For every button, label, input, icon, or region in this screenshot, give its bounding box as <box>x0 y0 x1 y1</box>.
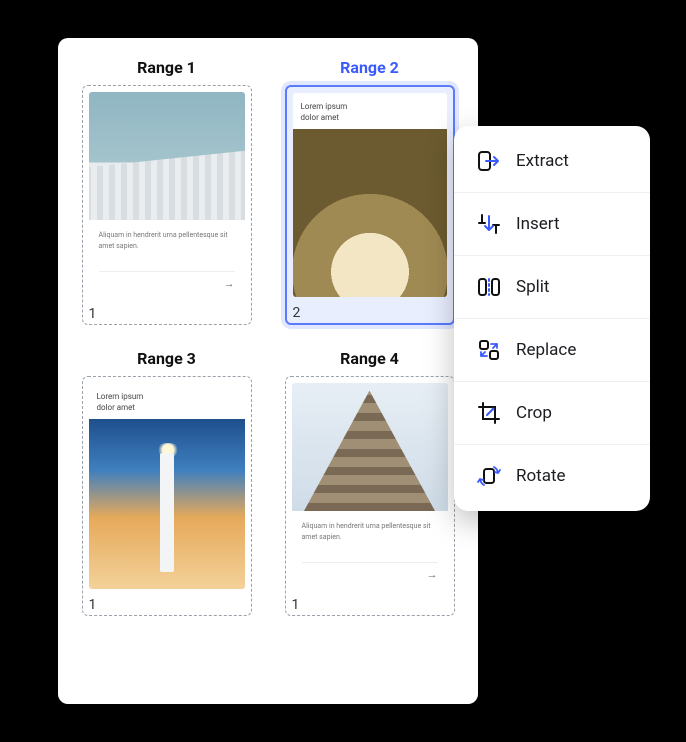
range-cell-3: Range 3 Lorem ipsum dolor amet 1 <box>76 349 257 616</box>
page-number: 1 <box>89 298 245 324</box>
replace-icon <box>476 337 502 363</box>
extract-button[interactable]: Extract <box>454 130 650 193</box>
page-number: 1 <box>89 589 245 615</box>
page-thumb-3[interactable]: Lorem ipsum dolor amet 1 <box>82 376 252 616</box>
page-number: 1 <box>292 589 448 615</box>
thumbnail-image <box>293 129 447 297</box>
thumbnail-body: Aliquam in hendrerit urna pellentesque s… <box>302 521 438 542</box>
range-cell-1: Range 1 Aliquam in hendrerit urna pellen… <box>76 58 257 325</box>
menu-item-label: Rotate <box>516 466 566 486</box>
page-thumb-2[interactable]: Lorem ipsum dolor amet 2 <box>285 85 455 325</box>
insert-icon <box>476 211 502 237</box>
thumbnail-title: Lorem ipsum dolor amet <box>97 391 161 413</box>
range-label: Range 1 <box>137 58 196 77</box>
page-thumb-1[interactable]: Aliquam in hendrerit urna pellentesque s… <box>82 85 252 325</box>
thumbnail-image <box>292 383 448 511</box>
thumbnail-subtext <box>370 101 439 123</box>
split-button[interactable]: Split <box>454 256 650 319</box>
insert-button[interactable]: Insert <box>454 193 650 256</box>
rotate-button[interactable]: Rotate <box>454 445 650 507</box>
menu-item-label: Replace <box>516 340 576 360</box>
split-icon <box>476 274 502 300</box>
menu-item-label: Extract <box>516 151 569 171</box>
menu-item-label: Insert <box>516 214 560 234</box>
range-label: Range 3 <box>137 349 196 368</box>
range-cell-2: Range 2 Lorem ipsum dolor amet 2 <box>279 58 460 325</box>
range-gallery-panel: Range 1 Aliquam in hendrerit urna pellen… <box>58 38 478 704</box>
thumbnail-body: Aliquam in hendrerit urna pellentesque s… <box>99 230 235 251</box>
arrow-right-icon: → <box>427 567 438 583</box>
arrow-right-icon: → <box>224 276 235 292</box>
extract-icon <box>476 148 502 174</box>
page-thumb-4[interactable]: Aliquam in hendrerit urna pellentesque s… <box>285 376 455 616</box>
rotate-icon <box>476 463 502 489</box>
thumbnail-title: Lorem ipsum dolor amet <box>301 101 364 123</box>
menu-item-label: Split <box>516 277 549 297</box>
replace-button[interactable]: Replace <box>454 319 650 382</box>
range-label: Range 4 <box>340 349 399 368</box>
range-label: Range 2 <box>340 58 399 77</box>
crop-button[interactable]: Crop <box>454 382 650 445</box>
range-cell-4: Range 4 Aliquam in hendrerit urna pellen… <box>279 349 460 616</box>
crop-icon <box>476 400 502 426</box>
thumbnail-image <box>89 419 245 589</box>
thumbnail-image <box>89 92 245 220</box>
page-number: 2 <box>293 297 447 323</box>
menu-item-label: Crop <box>516 403 552 423</box>
page-actions-menu: Extract Insert Split <box>454 126 650 511</box>
thumbnail-subtext <box>167 391 237 413</box>
